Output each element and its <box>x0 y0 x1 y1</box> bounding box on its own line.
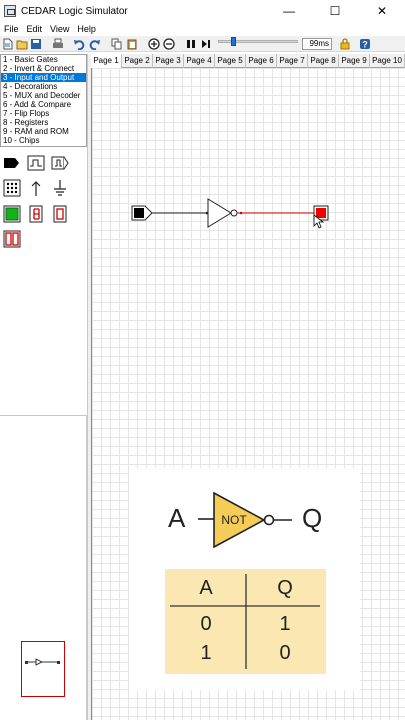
tab-page-3[interactable]: Page 3 <box>153 54 184 68</box>
menu-help[interactable]: Help <box>73 24 100 34</box>
new-file-icon[interactable] <box>2 38 14 50</box>
truth-table-header: Q <box>277 577 293 599</box>
explainer-input-label: A <box>168 503 186 533</box>
help-icon[interactable]: ? <box>359 38 371 50</box>
library-item[interactable]: 10 - Chips <box>1 136 86 145</box>
page-tabs: Page 1 Page 2 Page 3 Page 4 Page 5 Page … <box>91 54 405 69</box>
library-item[interactable]: 9 - RAM and ROM <box>1 127 86 136</box>
hex-display-icon[interactable] <box>51 205 69 223</box>
lock-icon[interactable] <box>339 38 351 50</box>
truth-table-cell: 0 <box>279 642 291 664</box>
truth-table: A Q 0 1 1 0 <box>165 569 326 674</box>
minimize-button[interactable]: — <box>266 0 312 22</box>
tab-page-5[interactable]: Page 5 <box>215 54 246 68</box>
pulse-input-icon[interactable] <box>51 154 69 172</box>
library-item[interactable]: 6 - Add & Compare <box>1 100 86 109</box>
menu-edit[interactable]: Edit <box>23 24 47 34</box>
menu-view[interactable]: View <box>46 24 73 34</box>
not-gate[interactable] <box>207 198 238 228</box>
truth-table-cell: 1 <box>200 642 212 664</box>
zoom-in-icon[interactable] <box>148 38 160 50</box>
close-button[interactable]: ✕ <box>359 0 405 22</box>
window-title: CEDAR Logic Simulator <box>21 5 128 17</box>
tab-page-9[interactable]: Page 9 <box>339 54 370 68</box>
power-source-icon[interactable] <box>27 179 45 197</box>
save-icon[interactable] <box>30 38 42 50</box>
tab-page-7[interactable]: Page 7 <box>277 54 308 68</box>
title-bar: CEDAR Logic Simulator — ☐ ✕ <box>0 0 405 22</box>
speed-slider-track[interactable] <box>218 40 298 43</box>
truth-table-cell: 0 <box>200 613 212 635</box>
speed-value[interactable]: 99ms <box>302 38 332 50</box>
library-item[interactable]: 1 - Basic Gates <box>1 55 86 64</box>
truth-table-cell: 1 <box>279 613 291 635</box>
print-icon[interactable] <box>52 38 64 50</box>
circuit-drawing <box>131 198 329 229</box>
menu-file[interactable]: File <box>0 24 23 34</box>
step-icon[interactable] <box>200 38 212 50</box>
library-item[interactable]: 8 - Registers <box>1 118 86 127</box>
pause-icon[interactable] <box>185 38 197 50</box>
zoom-out-icon[interactable] <box>163 38 175 50</box>
seven-segment-icon[interactable] <box>27 205 45 223</box>
explainer-not-gate-icon: NOT <box>198 491 292 549</box>
green-led-icon[interactable] <box>3 205 21 223</box>
toggle-input[interactable] <box>131 205 153 221</box>
wire-junction <box>239 211 243 215</box>
clock-input-icon[interactable] <box>27 154 45 172</box>
maximize-button[interactable]: ☐ <box>312 0 358 22</box>
library-item[interactable]: 2 - Invert & Connect <box>1 64 86 73</box>
redo-icon[interactable] <box>89 38 101 50</box>
undo-icon[interactable] <box>73 38 85 50</box>
svg-text:?: ? <box>362 40 368 50</box>
ground-icon[interactable] <box>51 179 69 197</box>
tab-page-1[interactable]: Page 1 <box>91 54 122 69</box>
speed-slider-thumb[interactable] <box>231 37 236 46</box>
paste-icon[interactable] <box>126 38 138 50</box>
tab-page-8[interactable]: Page 8 <box>308 54 339 68</box>
component-palette <box>0 150 87 412</box>
library-item-selected[interactable]: 3 - Input and Output <box>1 73 86 82</box>
app-icon <box>4 5 16 17</box>
copy-icon[interactable] <box>111 38 123 50</box>
open-folder-icon[interactable] <box>16 38 28 50</box>
explainer-output-label: Q <box>302 503 323 533</box>
dual-display-icon[interactable] <box>3 230 21 248</box>
library-item[interactable]: 7 - Flip Flops <box>1 109 86 118</box>
navigator-minimap[interactable] <box>21 641 65 697</box>
keypad-input-icon[interactable] <box>3 179 21 197</box>
tab-page-6[interactable]: Page 6 <box>246 54 277 68</box>
truth-table-header: A <box>199 577 213 599</box>
toolbar: ? <box>0 36 405 52</box>
library-item[interactable]: 5 - MUX and Decoder <box>1 91 86 100</box>
tab-page-4[interactable]: Page 4 <box>184 54 215 68</box>
explainer-gate-label: NOT <box>221 513 247 527</box>
library-item[interactable]: 4 - Decorations <box>1 82 86 91</box>
menu-bar: File Edit View Help <box>0 22 405 36</box>
library-list[interactable]: 1 - Basic Gates 2 - Invert & Connect 3 -… <box>0 54 87 147</box>
tab-page-2[interactable]: Page 2 <box>122 54 153 68</box>
toggle-input-icon[interactable] <box>3 154 21 172</box>
tab-page-10[interactable]: Page 10 <box>370 54 405 68</box>
